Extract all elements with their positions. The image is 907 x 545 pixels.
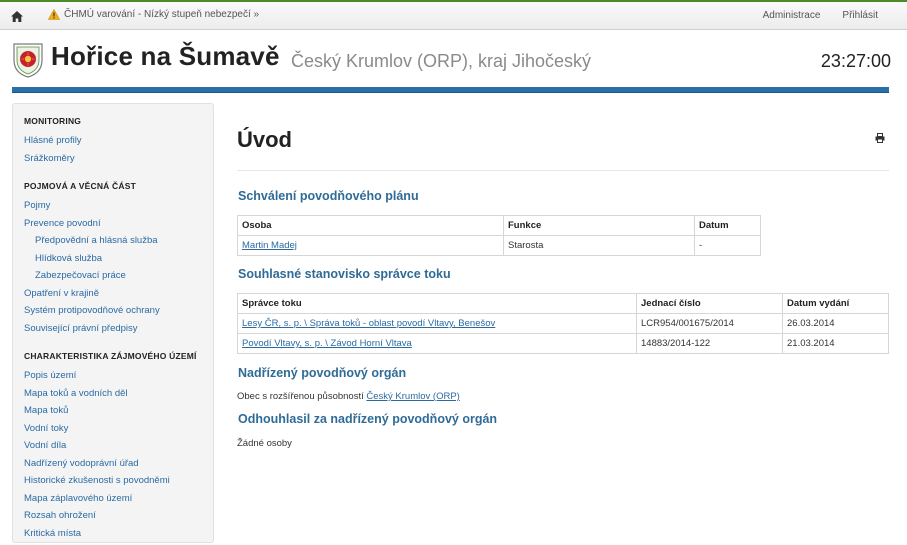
authority-prefix: Obec s rozšířenou působností [237,391,364,402]
col-spravce: Správce toku [238,294,637,314]
sidebar: MONITORING Hlásné profily Srážkoměry POJ… [12,103,214,543]
print-icon[interactable] [875,133,885,143]
warning-icon [48,9,60,20]
authority-link[interactable]: Český Krumlov (ORP) [366,391,459,402]
page-header: Hořice na Šumavě Český Krumlov (ORP), kr… [12,40,889,94]
river-manager-link[interactable]: Lesy ČR, s. p. \ Správa toků - oblast po… [242,318,495,329]
sidebar-item-vodopravni-urad[interactable]: Nadřízený vodoprávní úřad [24,458,213,476]
table-header-row: Osoba Funkce Datum [238,216,761,236]
table-cell: - [695,236,761,256]
sidebar-item-mapa-toku[interactable]: Mapa toků [24,405,213,423]
sidebar-item-popis-uzemi[interactable]: Popis území [24,370,213,388]
sidebar-item-kriticka[interactable]: Kritická místa [24,528,213,545]
table-cell: Martin Madej [238,236,504,256]
table-cell: Povodí Vltavy, s. p. \ Závod Horní Vltav… [238,334,637,354]
top-navbar: ČHMÚ varování - Nízký stupeň nebezpečí »… [0,0,907,30]
clock: 23:27:00 [821,51,891,72]
sidebar-item-zabezpecovaci[interactable]: Zabezpečovací práce [24,270,213,288]
sidebar-item-historicke[interactable]: Historické zkušenosti s povodněmi [24,475,213,493]
section-heading: Úvod [237,127,292,153]
consent-heading: Souhlasné stanovisko správce toku [238,267,451,281]
table-row: Povodí Vltavy, s. p. \ Závod Horní Vltav… [238,334,889,354]
table-cell: 26.03.2014 [783,314,889,334]
table-header-row: Správce toku Jednací číslo Datum vydání [238,294,889,314]
table-cell: 14883/2014-122 [637,334,783,354]
page-subtitle: Český Krumlov (ORP), kraj Jihočeský [291,51,591,72]
sidebar-section-title: CHARAKTERISTIKA ZÁJMOVÉHO ÚZEMÍ [24,351,213,361]
admin-link[interactable]: Administrace [763,10,821,21]
municipality-crest-icon [12,42,44,78]
sidebar-item-vodni-dila[interactable]: Vodní díla [24,440,213,458]
table-cell: 21.03.2014 [783,334,889,354]
home-icon[interactable] [10,10,24,23]
authority-heading: Nadřízený povodňový orgán [238,366,406,380]
sidebar-item-predpisy[interactable]: Související právní předpisy [24,323,213,341]
page-title: Hořice na Šumavě [51,41,280,72]
col-datum-vydani: Datum vydání [783,294,889,314]
sidebar-item-zaplavove[interactable]: Mapa záplavového území [24,493,213,511]
sidebar-item-rozsah[interactable]: Rozsah ohrožení [24,510,213,528]
divider [237,170,889,171]
col-jednaci: Jednací číslo [637,294,783,314]
person-link[interactable]: Martin Madej [242,240,297,251]
sidebar-item-mapa-toku-del[interactable]: Mapa toků a vodních děl [24,388,213,406]
sidebar-item-predpovedni[interactable]: Předpovědní a hlásná služba [24,235,213,253]
header-divider [12,87,889,93]
col-datum: Datum [695,216,761,236]
sidebar-item-system[interactable]: Systém protipovodňové ochrany [24,305,213,323]
table-cell: LCR954/001675/2014 [637,314,783,334]
approval-heading: Schválení povodňového plánu [238,189,419,203]
sidebar-item-hlasne-profily[interactable]: Hlásné profily [24,135,213,153]
table-row: Lesy ČR, s. p. \ Správa toků - oblast po… [238,314,889,334]
col-funkce: Funkce [504,216,695,236]
sidebar-section-title: POJMOVÁ A VĚCNÁ ČÁST [24,181,213,191]
sidebar-section-title: MONITORING [24,116,213,126]
login-link[interactable]: Přihlásit [842,10,878,21]
table-row: Martin Madej Starosta - [238,236,761,256]
sidebar-item-prevence[interactable]: Prevence povodní [24,218,213,236]
approval-table: Osoba Funkce Datum Martin Madej Starosta… [237,215,761,256]
sidebar-item-opatreni[interactable]: Opatření v krajině [24,288,213,306]
warning-text: ČHMÚ varování - Nízký stupeň nebezpečí » [64,9,259,20]
col-osoba: Osoba [238,216,504,236]
sidebar-item-vodni-toky[interactable]: Vodní toky [24,423,213,441]
consent-table: Správce toku Jednací číslo Datum vydání … [237,293,889,354]
river-manager-link[interactable]: Povodí Vltavy, s. p. \ Závod Horní Vltav… [242,338,412,349]
authority-line: Obec s rozšířenou působností Český Kruml… [237,391,460,402]
voted-heading: Odhouhlasil za nadřízený povodňový orgán [238,412,497,426]
chmu-warning-link[interactable]: ČHMÚ varování - Nízký stupeň nebezpečí » [48,9,259,20]
sidebar-item-pojmy[interactable]: Pojmy [24,200,213,218]
sidebar-item-srazkomery[interactable]: Srážkoměry [24,153,213,171]
table-cell: Lesy ČR, s. p. \ Správa toků - oblast po… [238,314,637,334]
sidebar-item-hlidkova[interactable]: Hlídková služba [24,253,213,271]
table-cell: Starosta [504,236,695,256]
voted-text: Žádné osoby [237,438,292,449]
